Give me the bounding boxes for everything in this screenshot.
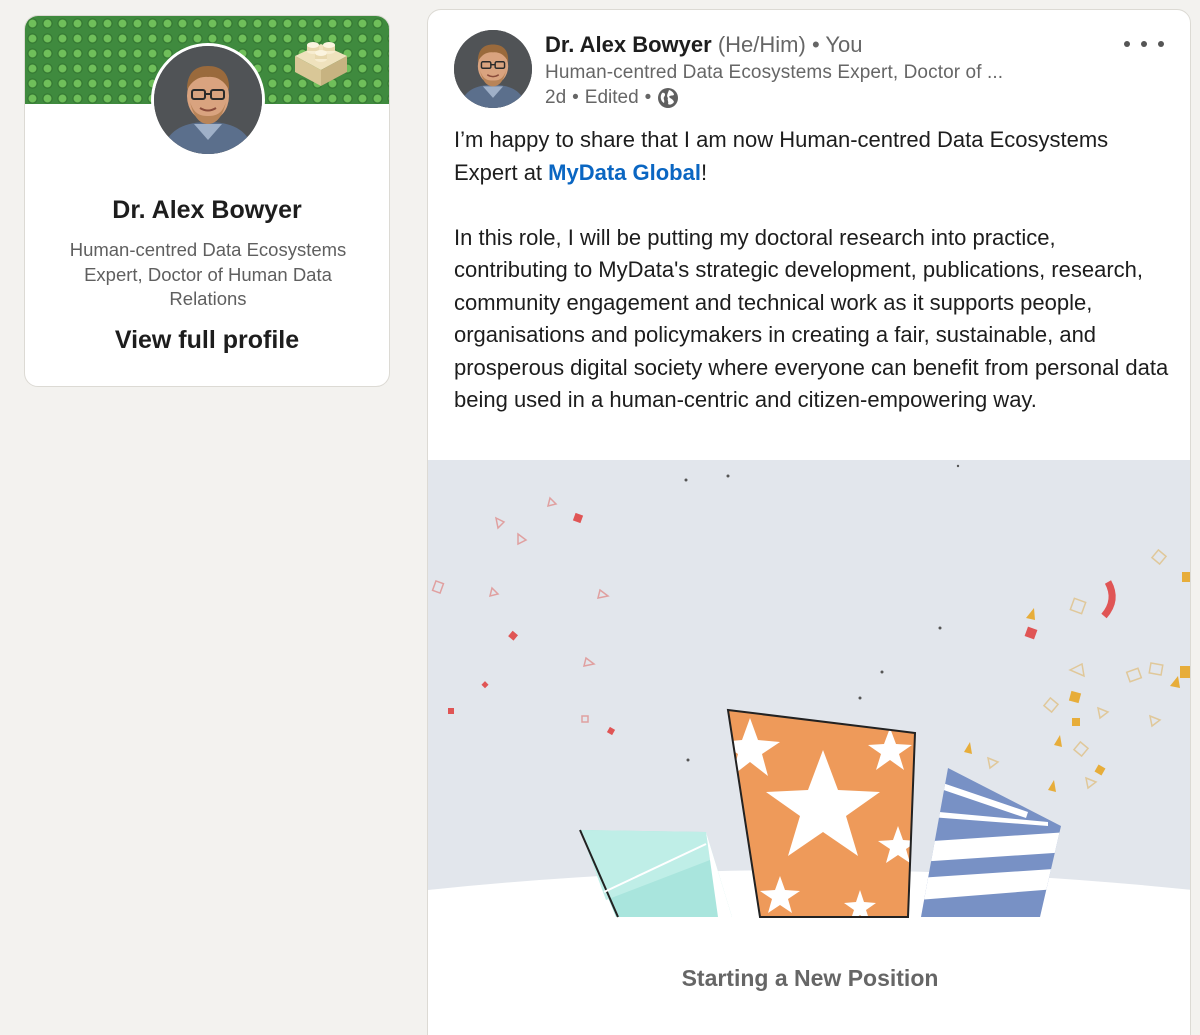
more-horizontal-icon [1124, 41, 1130, 47]
profile-card: Dr. Alex Bowyer Human-centred Data Ecosy… [24, 15, 390, 387]
post-author-avatar[interactable] [454, 30, 532, 108]
post-author-headline: Human-centred Data Ecosystems Expert, Do… [545, 62, 1004, 83]
orange-gift-bag [726, 708, 917, 918]
post-body-intro-end: ! [700, 159, 708, 185]
post-author-relation: You [825, 32, 863, 57]
post-body-paragraph: In this role, I will be putting my docto… [454, 224, 1169, 413]
person-photo-icon [154, 46, 262, 154]
more-options-button[interactable] [1124, 32, 1164, 56]
post-author-pronouns: (He/Him) [717, 32, 806, 57]
lego-brick-icon [295, 42, 347, 86]
separator-dot: • [644, 87, 652, 108]
profile-name[interactable]: Dr. Alex Bowyer [25, 196, 389, 225]
view-full-profile-link[interactable]: View full profile [25, 326, 389, 355]
celebration-illustration [428, 460, 1190, 918]
more-horizontal-icon-dot [1158, 41, 1164, 47]
celebration-image[interactable]: Starting a New Position [428, 460, 1190, 1035]
teal-gift-bag [579, 829, 732, 918]
post-body: I’m happy to share that I am now Human-c… [454, 124, 1174, 417]
celebration-caption: Starting a New Position [681, 965, 939, 991]
post-meta: 2d • Edited • [545, 87, 679, 109]
post-author-name[interactable]: Dr. Alex Bowyer [545, 32, 712, 57]
post-body-intro: I’m happy to share that I am now Human-c… [454, 124, 1174, 189]
company-mention-link[interactable]: MyData Global [548, 160, 701, 185]
post-edited-label: Edited [584, 87, 639, 108]
profile-avatar[interactable] [151, 43, 265, 157]
more-horizontal-icon-dot [1141, 41, 1147, 47]
post-author-line: Dr. Alex Bowyer (He/Him) • You [545, 32, 863, 58]
profile-headline: Human-centred Data Ecosystems Expert, Do… [69, 239, 347, 309]
person-photo-icon [454, 30, 532, 108]
feed-post: Dr. Alex Bowyer (He/Him) • You Human-cen… [427, 9, 1191, 1035]
post-timestamp[interactable]: 2d [545, 87, 566, 109]
globe-icon [658, 88, 679, 108]
separator-dot: • [811, 32, 820, 57]
separator-dot: • [572, 87, 579, 108]
